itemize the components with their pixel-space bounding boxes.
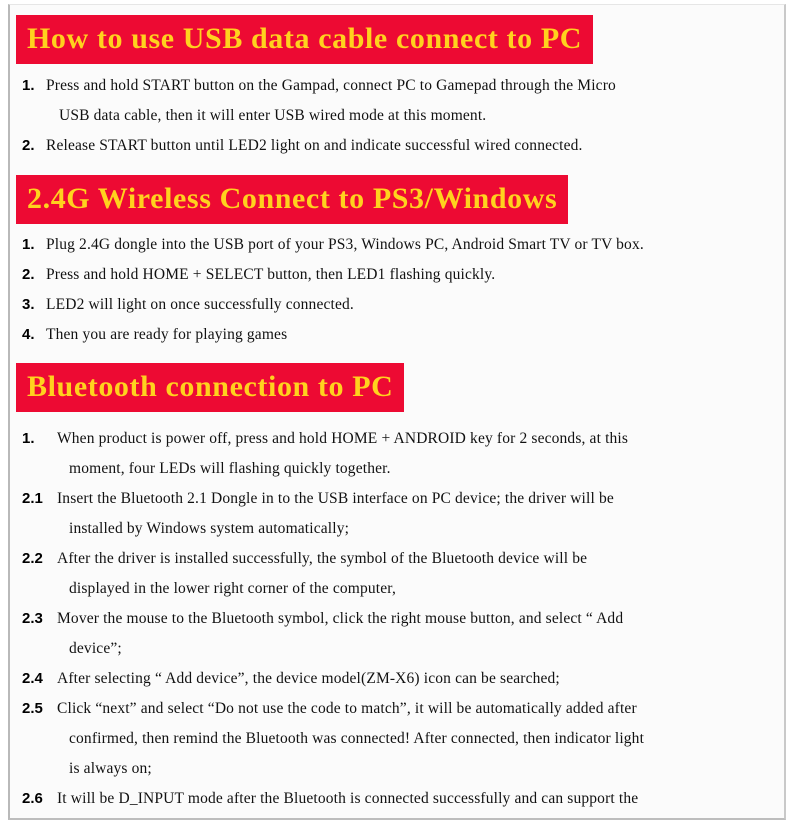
- step-number: 4.: [22, 326, 35, 343]
- step-line: confirmed, then remind the Bluetooth was…: [69, 730, 645, 747]
- step-number: 2.1: [22, 490, 43, 507]
- step-number: 3.: [22, 296, 35, 313]
- step-text: Plug 2.4G dongle into the USB port of yo…: [44, 230, 772, 260]
- step-number: 2.3: [22, 610, 43, 627]
- list-item: 4. Then you are ready for playing games: [10, 320, 784, 350]
- step-text: Press and hold START button on the Gampa…: [44, 71, 772, 131]
- step-line: installed by Windows system automaticall…: [69, 520, 350, 537]
- step-number: 2.: [22, 266, 35, 283]
- step-number: 1.: [22, 77, 35, 94]
- step-text: Insert the Bluetooth 2.1 Dongle in to th…: [54, 484, 784, 544]
- step-line: USB data cable, then it will enter USB w…: [59, 107, 487, 124]
- list-item: 2.3 Mover the mouse to the Bluetooth sym…: [10, 604, 784, 664]
- step-text: Press and hold HOME + SELECT button, the…: [44, 260, 772, 290]
- step-number: 2.5: [22, 700, 43, 717]
- step-line: device”;: [69, 640, 122, 657]
- section-24g-wireless: 2.4G Wireless Connect to PS3/Windows 1. …: [10, 161, 784, 350]
- list-item: 2.1 Insert the Bluetooth 2.1 Dongle in t…: [10, 484, 784, 544]
- step-line: After selecting “ Add device”, the devic…: [57, 670, 560, 687]
- step-line: Then you are ready for playing games: [46, 326, 288, 343]
- document-page: How to use USB data cable connect to PC …: [8, 4, 786, 820]
- step-text: Click “next” and select “Do not use the …: [54, 694, 784, 784]
- list-item: 2.2 After the driver is installed succes…: [10, 544, 784, 604]
- section-2-step-list: 1. Plug 2.4G dongle into the USB port of…: [10, 224, 784, 350]
- step-line: Press and hold START button on the Gampa…: [46, 77, 616, 94]
- step-number: 2.2: [22, 550, 43, 567]
- step-text: LED2 will light on once successfully con…: [44, 290, 772, 320]
- step-number: 1.: [22, 236, 35, 253]
- list-item: 1. When product is power off, press and …: [10, 424, 784, 484]
- section-3-heading: Bluetooth connection to PC: [16, 363, 405, 412]
- section-3-step-list: 1. When product is power off, press and …: [10, 412, 784, 818]
- step-number: 2.6: [22, 790, 43, 807]
- step-line: moment, four LEDs will flashing quickly …: [69, 460, 391, 477]
- step-line: Plug 2.4G dongle into the USB port of yo…: [46, 236, 644, 253]
- step-text: After selecting “ Add device”, the devic…: [54, 664, 784, 694]
- step-line: is always on;: [69, 760, 152, 777]
- section-2-heading-wrap: 2.4G Wireless Connect to PS3/Windows: [10, 161, 784, 224]
- step-text: Then you are ready for playing games: [44, 320, 772, 350]
- list-item: 2.4 After selecting “ Add device”, the d…: [10, 664, 784, 694]
- section-1-heading: How to use USB data cable connect to PC: [16, 15, 594, 64]
- step-line: After the driver is installed successful…: [57, 550, 588, 567]
- step-line: Insert the Bluetooth 2.1 Dongle in to th…: [57, 490, 614, 507]
- step-line: displayed in the lower right corner of t…: [69, 580, 396, 597]
- section-1-heading-wrap: How to use USB data cable connect to PC: [10, 5, 784, 64]
- step-number: 1.: [22, 430, 35, 447]
- step-line: Mover the mouse to the Bluetooth symbol,…: [57, 610, 624, 627]
- list-item: 3. LED2 will light on once successfully …: [10, 290, 784, 320]
- step-number: 2.: [22, 137, 35, 154]
- list-item: 2.5 Click “next” and select “Do not use …: [10, 694, 784, 784]
- section-1-step-list: 1. Press and hold START button on the Ga…: [10, 64, 784, 161]
- list-item: 1. Plug 2.4G dongle into the USB port of…: [10, 230, 784, 260]
- list-item: 2. Release START button until LED2 light…: [10, 131, 784, 161]
- section-2-heading: 2.4G Wireless Connect to PS3/Windows: [16, 175, 569, 224]
- step-line: Click “next” and select “Do not use the …: [57, 700, 637, 717]
- step-line: games running in simulator way.: [57, 814, 784, 818]
- section-3-heading-wrap: Bluetooth connection to PC: [10, 350, 784, 412]
- step-text: It will be D_INPUT mode after the Blueto…: [54, 784, 784, 818]
- step-line: It will be D_INPUT mode after the Blueto…: [57, 790, 639, 807]
- step-line: Release START button until LED2 light on…: [46, 137, 583, 154]
- list-item: 2. Press and hold HOME + SELECT button, …: [10, 260, 784, 290]
- step-text: When product is power off, press and hol…: [54, 424, 784, 484]
- step-line: When product is power off, press and hol…: [57, 430, 629, 447]
- document-content: How to use USB data cable connect to PC …: [10, 5, 784, 818]
- step-text: Mover the mouse to the Bluetooth symbol,…: [54, 604, 784, 664]
- list-item: 1. Press and hold START button on the Ga…: [10, 71, 784, 131]
- list-item: 2.6 It will be D_INPUT mode after the Bl…: [10, 784, 784, 818]
- step-line: Press and hold HOME + SELECT button, the…: [46, 266, 496, 283]
- section-usb-data-cable: How to use USB data cable connect to PC …: [10, 5, 784, 161]
- step-text: Release START button until LED2 light on…: [44, 131, 772, 161]
- step-text: After the driver is installed successful…: [54, 544, 784, 604]
- section-bluetooth-connection: Bluetooth connection to PC 1. When produ…: [10, 350, 784, 818]
- step-line: LED2 will light on once successfully con…: [46, 296, 354, 313]
- step-number: 2.4: [22, 670, 43, 687]
